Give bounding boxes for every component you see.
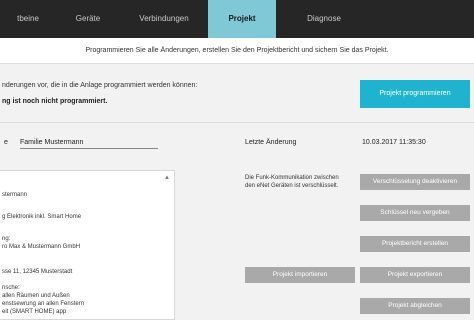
top-navigation: tbeine Geräte Verbindungen Projekt Diagn… (0, 0, 474, 38)
program-project-button[interactable]: Projekt programmieren (360, 80, 470, 108)
project-name-field[interactable]: Familie Mustermann (20, 137, 158, 149)
info-text: Programmieren Sie alle Änderungen, erste… (85, 47, 389, 54)
tab-projekt[interactable]: Projekt (208, 0, 276, 38)
tab-geraete[interactable]: Geräte (56, 0, 120, 38)
project-name-label: e (4, 139, 8, 146)
encryption-status-text: Die Funk-Kommunikation zwischen den eNet… (245, 175, 339, 189)
details-line: nsche: (2, 285, 20, 291)
project-details-textarea[interactable]: stermann g Elektronik inkl. Smart Home n… (0, 170, 175, 320)
details-line: ng: (2, 236, 11, 242)
programming-status-text: ng ist noch nicht programmiert. (2, 98, 108, 105)
details-line: allen Räumen und Außen (2, 293, 70, 299)
details-line: g Elektronik inkl. Smart Home (2, 214, 82, 220)
details-line: stermann (2, 192, 28, 198)
info-bar: Programmieren Sie alle Änderungen, erste… (0, 38, 474, 64)
last-change-label: Letzte Änderung (245, 139, 297, 146)
create-report-button[interactable]: Projektbericht erstellen (360, 236, 470, 252)
tab-verbindungen[interactable]: Verbindungen (120, 0, 208, 38)
details-line: eit (SMART HOME) app (2, 309, 67, 315)
disable-encryption-button[interactable]: Verschlüsselung deaktivieren (360, 174, 470, 190)
tab-diagnose[interactable]: Diagnose (276, 0, 372, 38)
reassign-key-button[interactable]: Schlüssel neu vergeben (360, 205, 470, 221)
export-project-button[interactable]: Projekt exportieren (360, 267, 470, 283)
details-line: ro Max & Mustermann GmbH (2, 244, 81, 250)
last-change-value: 10.03.2017 11:35:30 (362, 139, 426, 146)
changes-pending-text: nderungen vor, die in die Anlage program… (2, 82, 198, 89)
import-project-button[interactable]: Projekt importieren (245, 267, 355, 283)
scroll-up-icon[interactable]: ▲ (164, 175, 170, 181)
divider (0, 122, 474, 123)
tab-geraetebeine[interactable]: tbeine (0, 0, 56, 38)
details-line: enstsewrung an allen Fenstern (2, 301, 85, 307)
details-line: sse 11, 12345 Musterstadt (2, 269, 73, 275)
sync-project-button[interactable]: Projekt abgleichen (360, 298, 470, 314)
